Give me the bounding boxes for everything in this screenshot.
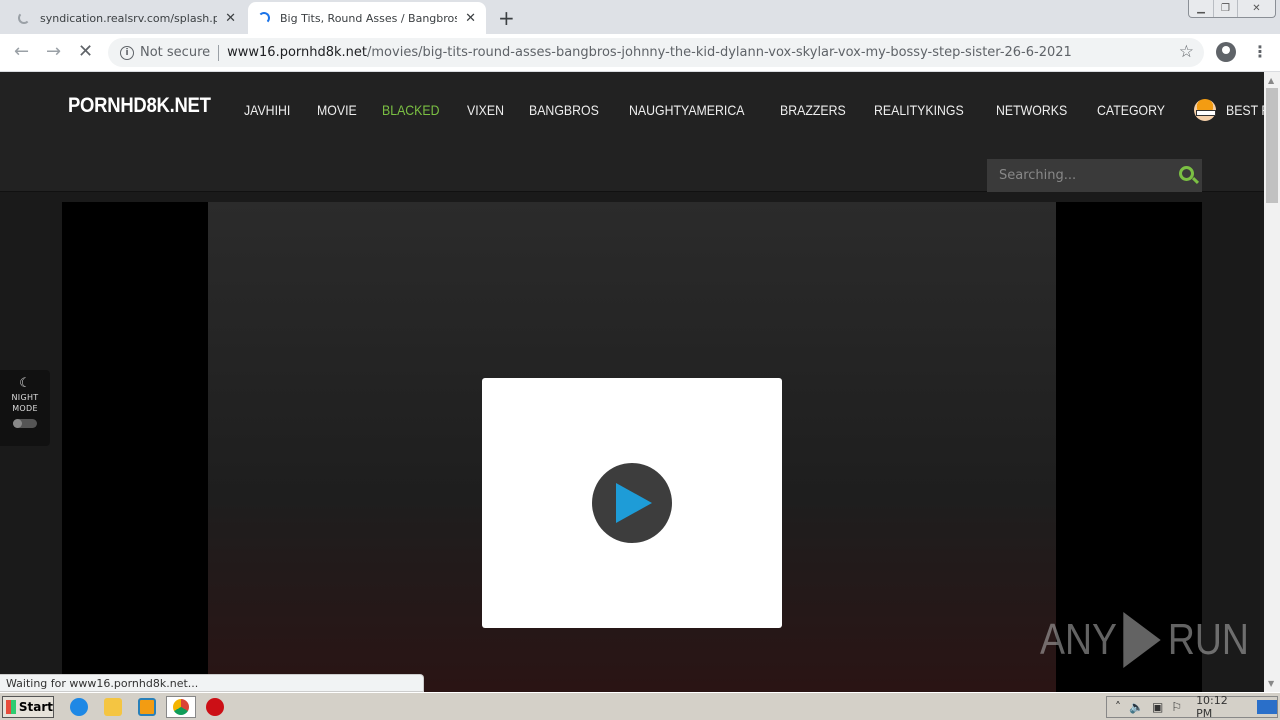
start-button[interactable]: Start [2,696,54,718]
forward-icon[interactable]: → [46,41,61,62]
search-box [987,159,1202,192]
tab-title: Big Tits, Round Asses / Bangbros - J [280,11,458,25]
site-header: PORNHD8K.NET JAVHIHI MOVIE BLACKED VIXEN… [0,72,1264,192]
tab-active-video-page[interactable]: Big Tits, Round Asses / Bangbros - J ✕ [248,2,486,34]
ad-overlay-box[interactable] [482,378,782,628]
scroll-thumb[interactable] [1266,88,1278,203]
tab-strip: syndication.realsrv.com/splash.php? ✕ Bi… [0,0,1280,34]
nav-item-networks[interactable]: NETWORKS [996,102,1067,118]
search-input[interactable] [999,168,1169,183]
url-path: /movies/big-tits-round-asses-bangbros-jo… [367,45,1072,60]
nav-item-movie[interactable]: MOVIE [317,102,357,118]
loading-spinner-icon [258,12,270,24]
file-explorer-icon[interactable] [104,698,122,716]
nav-item-category[interactable]: CATEGORY [1097,102,1165,118]
nav-item-bangbros[interactable]: BANGBROS [529,102,599,118]
restore-icon[interactable]: ❐ [1213,0,1237,17]
close-icon[interactable]: ✕ [465,11,476,26]
status-bubble: Waiting for www16.pornhd8k.net... [0,674,424,692]
bookmark-star-icon[interactable]: ☆ [1179,42,1194,62]
system-tray: ˄ 🔈 ▣ ⚐ 10:12 PM [1106,694,1278,720]
profile-avatar-icon[interactable] [1216,42,1236,62]
play-button[interactable] [592,463,672,543]
nav-item-best-sites[interactable]: BEST PORN SITES [1226,102,1264,118]
nav-item-javhihi[interactable]: JAVHIHI [244,102,290,118]
mascot-icon [1194,99,1217,121]
play-logo-icon [1123,612,1162,668]
night-mode-label-2: MODE [12,404,38,413]
window-controls: ▁ ❐ ✕ [1188,0,1276,18]
taskbar-chrome-button[interactable] [166,696,196,718]
site-logo[interactable]: PORNHD8K.NET [68,94,211,118]
night-mode-label-1: NIGHT [11,393,39,402]
minimize-icon[interactable]: ▁ [1189,0,1213,17]
nav-item-naughtyamerica[interactable]: NAUGHTYAMERICA [629,102,744,118]
browser-toolbar: ← → ✕ i Not secure www16.pornhd8k.net /m… [0,34,1280,72]
opera-icon[interactable] [206,698,224,716]
back-icon[interactable]: ← [14,41,29,62]
night-mode-toggle[interactable] [13,419,37,428]
loading-spinner-icon [18,12,30,24]
info-icon[interactable]: i [120,45,134,60]
show-desktop-icon[interactable] [1257,700,1277,714]
watermark-text-right: RUN [1167,615,1249,664]
watermark-text-left: ANY [1040,615,1117,664]
night-mode-widget[interactable]: ☾ NIGHT MODE [0,370,50,446]
start-label: Start [18,700,53,714]
nav-item-vixen[interactable]: VIXEN [467,102,504,118]
tab-syndication[interactable]: syndication.realsrv.com/splash.php? ✕ [8,2,246,34]
address-bar[interactable]: i Not secure www16.pornhd8k.net /movies/… [108,38,1204,67]
nav-item-blacked[interactable]: BLACKED [382,102,440,118]
windows-logo-icon [6,700,16,714]
clock[interactable]: 10:12 PM [1196,694,1247,720]
main-nav: JAVHIHI MOVIE BLACKED VIXEN BANGBROS NAU… [244,99,1264,121]
media-player-icon[interactable] [138,698,156,716]
close-window-icon[interactable]: ✕ [1237,0,1275,17]
anyrun-watermark: ANY RUN [1040,612,1249,668]
tab-title: syndication.realsrv.com/splash.php? [40,11,218,25]
stop-loading-icon[interactable]: ✕ [78,41,93,62]
new-tab-button[interactable]: + [498,6,515,30]
web-page: PORNHD8K.NET JAVHIHI MOVIE BLACKED VIXEN… [0,72,1264,692]
close-icon[interactable]: ✕ [225,11,236,26]
tray-expand-icon[interactable]: ˄ [1115,700,1121,714]
moon-icon: ☾ [19,376,31,391]
scroll-down-icon[interactable]: ▼ [1268,679,1274,688]
nav-item-realitykings[interactable]: REALITYKINGS [874,102,964,118]
url-host: www16.pornhd8k.net [227,45,368,60]
nav-item-brazzers[interactable]: BRAZZERS [780,102,846,118]
network-icon[interactable]: ▣ [1152,700,1163,714]
taskbar: Start ˄ 🔈 ▣ ⚐ 10:12 PM [0,692,1280,720]
volume-icon[interactable]: 🔈 [1129,700,1144,714]
page-scrollbar[interactable]: ▲ ▼ [1264,72,1280,692]
action-center-flag-icon[interactable]: ⚐ [1171,700,1182,714]
divider [218,44,220,61]
internet-explorer-icon[interactable] [70,698,88,716]
scroll-up-icon[interactable]: ▲ [1268,76,1274,85]
chrome-icon [173,699,189,715]
search-icon[interactable] [1179,166,1194,181]
security-label: Not secure [140,45,211,60]
video-player[interactable] [62,202,1202,692]
menu-kebab-icon[interactable]: ⋮ [1252,42,1268,61]
